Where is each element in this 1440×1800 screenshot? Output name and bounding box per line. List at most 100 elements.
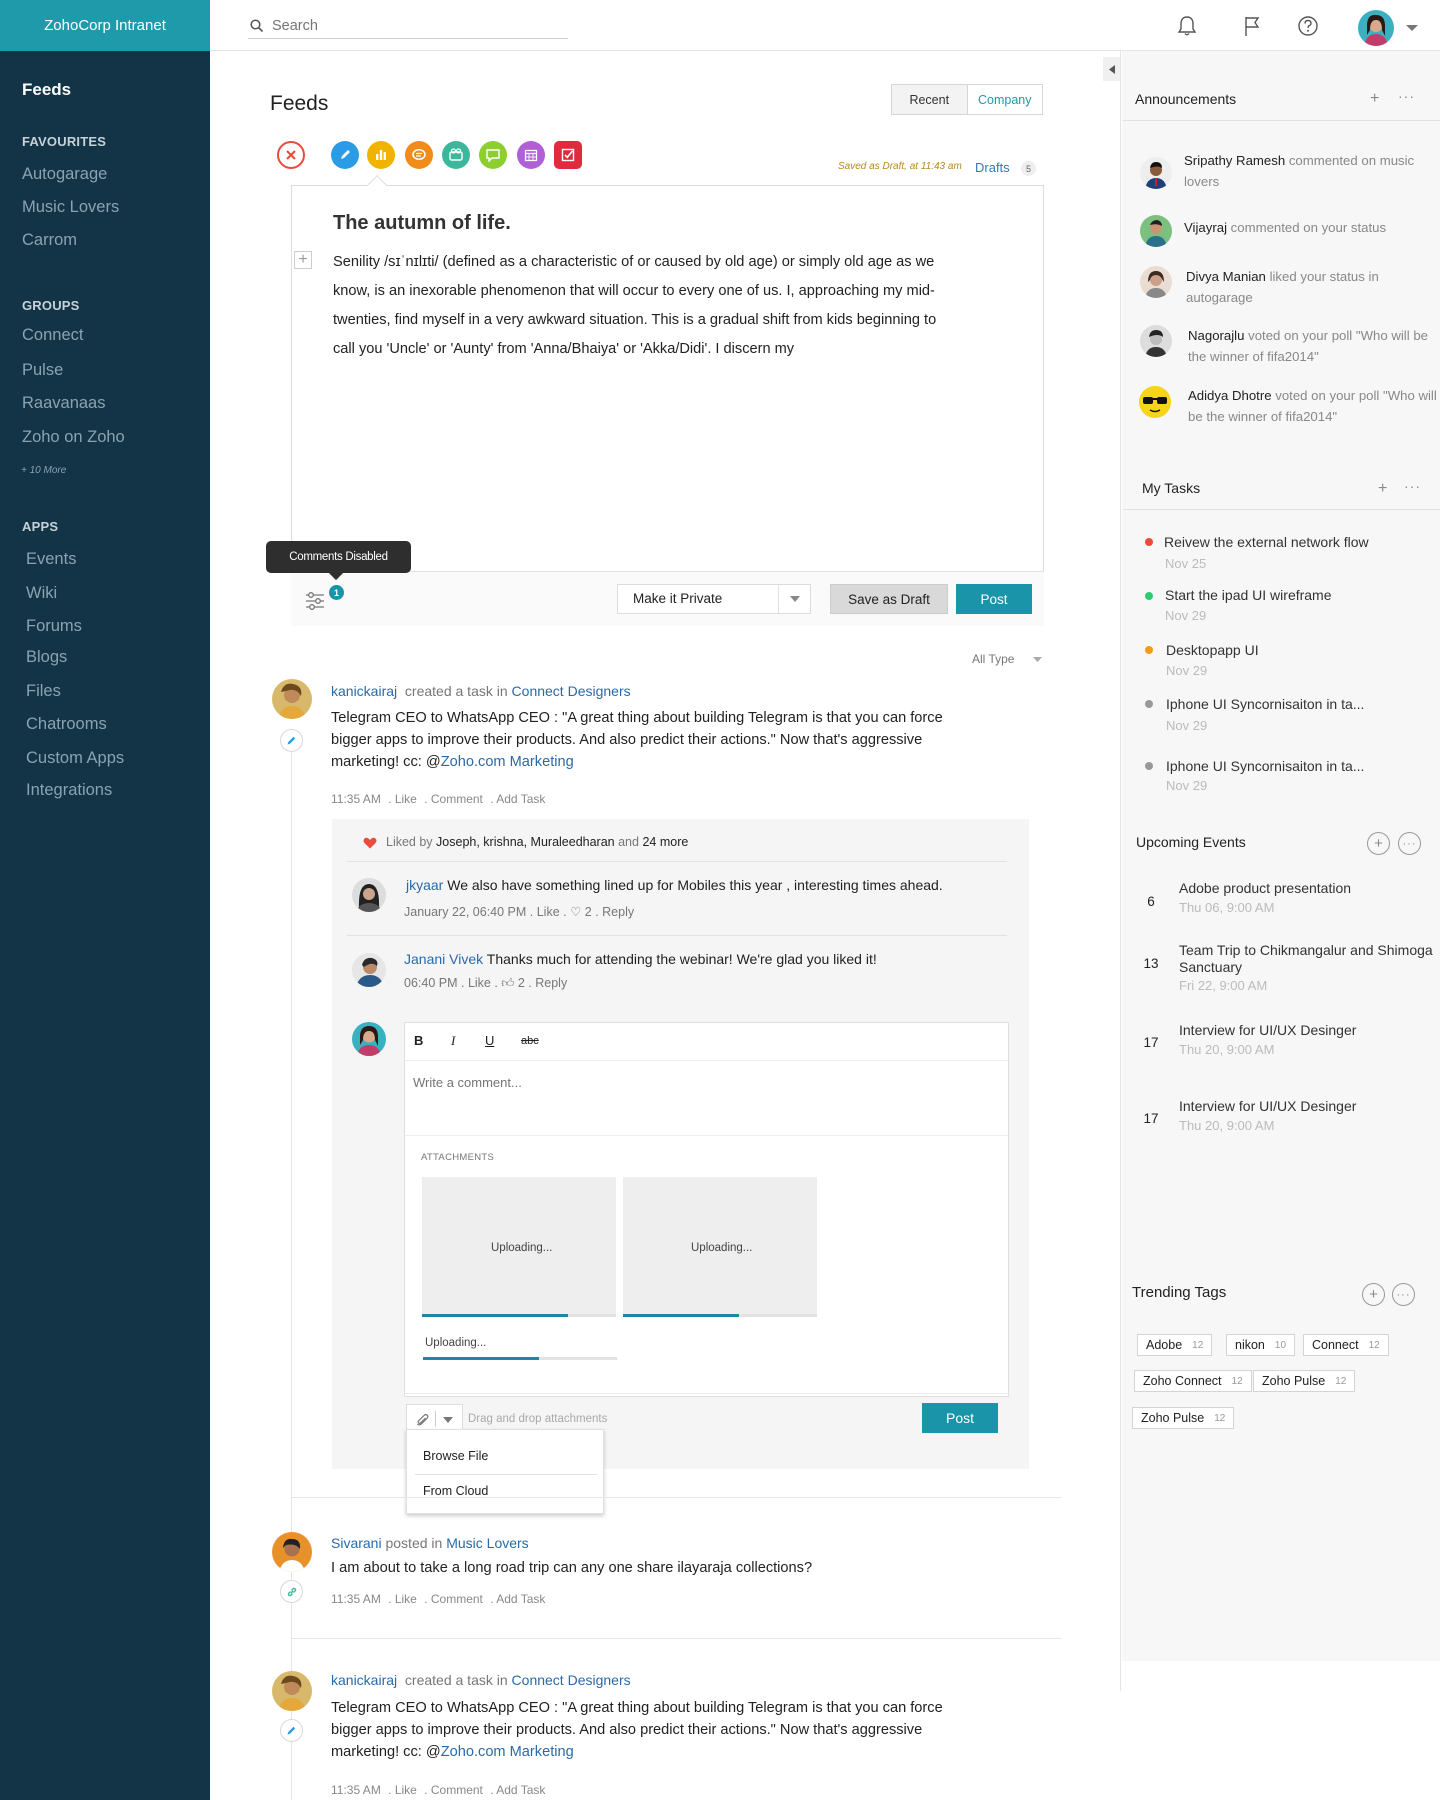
announcement-name[interactable]: Adidya Dhotre (1188, 388, 1272, 403)
comment-link[interactable]: Comment (431, 1592, 483, 1606)
bold-button[interactable]: B (414, 1033, 423, 1048)
announcement-name[interactable]: Nagorajlu (1188, 328, 1244, 343)
add-event-button[interactable]: + (1367, 832, 1390, 855)
avatar[interactable] (1140, 325, 1172, 357)
underline-button[interactable]: U (485, 1033, 494, 1048)
like-link[interactable]: Like (395, 1592, 417, 1606)
italic-button[interactable]: I (451, 1033, 455, 1049)
sidebar-item-events[interactable]: Events (26, 550, 76, 569)
more-icon[interactable]: ··· (1398, 88, 1415, 104)
announcement-name[interactable]: Divya Manian (1186, 269, 1266, 284)
mention-link[interactable]: Zoho.com Marketing (441, 1744, 574, 1760)
comment-link[interactable]: Comment (431, 1783, 483, 1797)
comment-icon[interactable] (479, 141, 507, 169)
sidebar-item-custom-apps[interactable]: Custom Apps (26, 749, 124, 768)
video-icon[interactable] (442, 141, 470, 169)
strikethrough-button[interactable]: abc (521, 1035, 539, 1047)
liked-by-more[interactable]: 24 more (642, 835, 688, 849)
composer-body[interactable]: Senility /sɪˈnɪlɪti/ (defined as a chara… (333, 248, 953, 364)
sidebar-item-pulse[interactable]: Pulse (22, 361, 63, 380)
event-name[interactable]: Team Trip to Chikmangalur and Shimoga Sa… (1179, 942, 1439, 976)
like-link[interactable]: Like (395, 1783, 417, 1797)
like-link[interactable]: Like (537, 905, 560, 919)
comment-author[interactable]: Janani Vivek (404, 951, 483, 967)
reply-link[interactable]: Reply (535, 976, 567, 990)
chevron-down-icon[interactable] (1405, 24, 1419, 32)
add-task-link[interactable]: Add Task (496, 1592, 545, 1606)
help-icon[interactable] (1294, 12, 1322, 40)
task-name[interactable]: Reivew the external network flow (1164, 534, 1369, 550)
avatar[interactable] (1140, 157, 1172, 189)
collapse-panel-button[interactable] (1103, 57, 1120, 81)
search-input[interactable] (272, 16, 562, 36)
like-link[interactable]: Like (468, 976, 491, 990)
avatar[interactable] (1140, 266, 1172, 298)
add-tag-button[interactable]: + (1362, 1283, 1385, 1306)
sidebar-item-chatrooms[interactable]: Chatrooms (26, 715, 107, 734)
tag-chip[interactable]: Connect 12 (1303, 1334, 1389, 1356)
task-icon[interactable] (554, 141, 582, 169)
heart-outline-icon[interactable]: ♡ (570, 905, 581, 919)
mention-link[interactable]: Zoho.com Marketing (441, 754, 574, 770)
announcement-name[interactable]: Sripathy Ramesh (1184, 153, 1285, 168)
post-group-link[interactable]: Music Lovers (446, 1535, 528, 1551)
task-name[interactable]: Iphone UI Syncornisaiton in ta... (1166, 696, 1364, 712)
privacy-select[interactable]: Make it Private (617, 584, 811, 614)
liked-by-names[interactable]: Joseph, krishna, Muraleedharan (436, 835, 615, 849)
chevron-down-icon[interactable] (443, 1417, 453, 1423)
sidebar-item-music-lovers[interactable]: Music Lovers (22, 198, 119, 217)
reply-link[interactable]: Reply (602, 905, 634, 919)
post-group-link[interactable]: Connect Designers (512, 1672, 631, 1688)
add-icon[interactable]: + (1378, 480, 1387, 498)
drafts-link[interactable]: Drafts (975, 160, 1010, 175)
tag-chip[interactable]: Zoho Connect 12 (1134, 1370, 1252, 1392)
chevron-down-icon[interactable] (778, 585, 810, 613)
add-block-button[interactable]: + (294, 251, 312, 269)
avatar[interactable] (1138, 385, 1172, 419)
avatar[interactable] (272, 1671, 312, 1711)
sidebar-item-autogarage[interactable]: Autogarage (22, 165, 107, 184)
feed-filter-select[interactable]: All Type (972, 652, 1014, 666)
tag-chip[interactable]: nikon 10 (1226, 1334, 1296, 1356)
chevron-down-icon[interactable] (1033, 657, 1042, 662)
composer-title[interactable]: The autumn of life. (333, 212, 511, 235)
chart-icon[interactable] (367, 141, 395, 169)
sidebar-item-carrom[interactable]: Carrom (22, 231, 77, 250)
sidebar-item-wiki[interactable]: Wiki (26, 584, 57, 603)
calendar-icon[interactable] (517, 141, 545, 169)
comment-author[interactable]: jkyaar (406, 877, 443, 893)
post-button[interactable]: Post (956, 584, 1032, 614)
event-name[interactable]: Interview for UI/UX Desinger (1179, 1098, 1439, 1115)
avatar[interactable] (272, 1532, 312, 1572)
settings-sliders-icon[interactable] (304, 590, 326, 612)
chat-icon[interactable] (405, 141, 433, 169)
add-icon[interactable]: + (1370, 90, 1379, 108)
tab-company[interactable]: Company (967, 85, 1042, 114)
sidebar-item-integrations[interactable]: Integrations (26, 781, 112, 800)
sidebar-item-raavanaas[interactable]: Raavanaas (22, 394, 105, 413)
task-name[interactable]: Start the ipad UI wireframe (1165, 587, 1332, 603)
tab-recent[interactable]: Recent (892, 85, 968, 114)
more-icon[interactable]: ··· (1404, 478, 1421, 494)
more-icon[interactable]: ··· (1398, 832, 1421, 855)
tag-chip[interactable]: Adobe 12 (1137, 1334, 1213, 1356)
post-author[interactable]: Sivarani (331, 1535, 382, 1551)
task-name[interactable]: Desktopapp UI (1166, 642, 1259, 658)
event-name[interactable]: Interview for UI/UX Desinger (1179, 1022, 1439, 1039)
avatar[interactable] (1140, 215, 1172, 247)
save-as-draft-button[interactable]: Save as Draft (830, 584, 948, 614)
comment-post-button[interactable]: Post (922, 1403, 998, 1433)
task-name[interactable]: Iphone UI Syncornisaiton in ta... (1166, 758, 1364, 774)
flag-icon[interactable] (1238, 12, 1266, 40)
more-icon[interactable]: ··· (1392, 1283, 1415, 1306)
sidebar-item-connect[interactable]: Connect (22, 326, 83, 345)
post-author[interactable]: kanickairaj (331, 1672, 397, 1688)
announcement-name[interactable]: Vijayraj (1184, 220, 1227, 235)
pencil-icon[interactable] (331, 141, 359, 169)
brand-logo[interactable]: ZohoCorp Intranet (0, 0, 210, 51)
avatar[interactable] (352, 878, 386, 912)
menu-item-browse-file[interactable]: Browse File (423, 1449, 488, 1463)
groups-more-link[interactable]: + 10 More (21, 465, 66, 476)
comment-link[interactable]: Comment (431, 792, 483, 806)
add-task-link[interactable]: Add Task (496, 792, 545, 806)
